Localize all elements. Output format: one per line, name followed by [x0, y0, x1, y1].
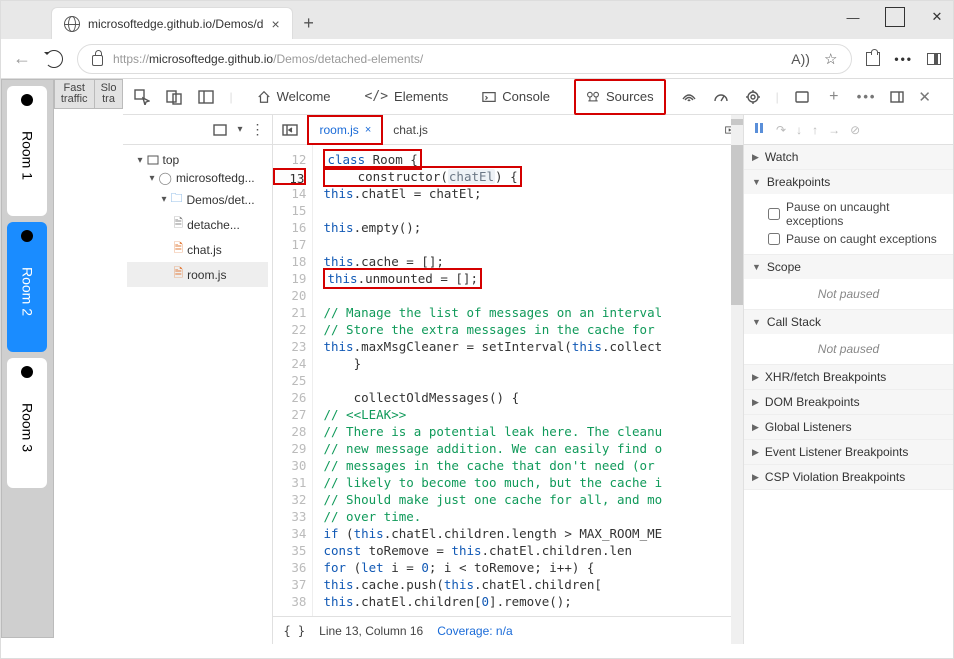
tab-sources[interactable]: Sources: [574, 79, 666, 115]
slow-traffic-tab[interactable]: Slotra: [95, 80, 123, 108]
tab-welcome[interactable]: Welcome: [247, 79, 341, 115]
debugger-panel: ↷ ↓ ↑ → ⊘ ▶Watch ▼Breakpoints Pause on u…: [743, 115, 953, 644]
event-section[interactable]: ▶Event Listener Breakpoints: [744, 440, 953, 464]
tree-top[interactable]: ▾top: [127, 151, 268, 169]
minimize-button[interactable]: ―: [843, 7, 863, 27]
tab-console[interactable]: Console: [472, 79, 560, 115]
tree-file-chat[interactable]: 🗎chat.js: [127, 237, 268, 262]
window-titlebar: microsoftedge.github.io/Demos/d × + ― ✕: [1, 1, 953, 39]
browser-menu-icon[interactable]: •••: [894, 52, 913, 66]
devtools-toolbar: | Welcome </>Elements Console Sources | …: [123, 79, 953, 115]
navigator-more-icon[interactable]: ⋮: [250, 121, 264, 138]
device-toggle-icon[interactable]: [165, 88, 183, 106]
back-button[interactable]: ←: [13, 48, 31, 69]
file-tree: ▾top ▾◯microsoftedg... ▾🗀Demos/det... 🗎d…: [123, 145, 272, 293]
panel-icon[interactable]: [793, 88, 811, 106]
tab-elements[interactable]: </>Elements: [355, 79, 459, 115]
window-controls: ― ✕: [843, 7, 947, 27]
line-gutter: 1213141516171819202122232425262728293031…: [273, 145, 313, 616]
navigator-options-icon[interactable]: [211, 121, 229, 139]
globe-icon: [64, 16, 80, 32]
lock-icon: [92, 55, 103, 66]
traffic-tabs: Fasttraffic Slotra: [54, 79, 124, 109]
braces-icon[interactable]: { }: [283, 624, 305, 638]
network-conditions-icon[interactable]: [680, 88, 698, 106]
pause-uncaught-checkbox[interactable]: Pause on uncaught exceptions: [768, 198, 945, 230]
step-over-icon[interactable]: ↷: [776, 123, 786, 137]
sidebar-toggle-icon[interactable]: [927, 53, 941, 65]
vertical-scrollbar[interactable]: [731, 145, 743, 616]
toggle-nav-icon[interactable]: [281, 121, 299, 139]
code-footer: { } Line 13, Column 16 Coverage: n/a: [273, 616, 743, 644]
scope-section[interactable]: ▼Scope: [744, 255, 953, 279]
code-editor: room.js× chat.js 12131415161718192021222…: [273, 115, 743, 644]
read-aloud-icon[interactable]: A)): [791, 51, 810, 67]
maximize-button[interactable]: [885, 7, 905, 27]
page-room-sidebar: Room 1 Room 2 Room 3: [1, 79, 54, 638]
refresh-button[interactable]: [45, 50, 63, 68]
scope-not-paused: Not paused: [744, 279, 953, 309]
favorite-icon[interactable]: ☆: [824, 50, 837, 68]
file-tab-room[interactable]: room.js×: [307, 115, 383, 145]
callstack-section[interactable]: ▼Call Stack: [744, 310, 953, 334]
dom-section[interactable]: ▶DOM Breakpoints: [744, 390, 953, 414]
add-tab-icon[interactable]: +: [825, 88, 843, 106]
fast-traffic-tab[interactable]: Fasttraffic: [55, 80, 95, 108]
room-2-button[interactable]: Room 2: [7, 222, 47, 352]
breakpoints-section[interactable]: ▼Breakpoints: [744, 170, 953, 194]
watch-section[interactable]: ▶Watch: [744, 145, 953, 169]
cursor-pos: Line 13, Column 16: [319, 624, 423, 638]
debug-toolbar: ↷ ↓ ↑ → ⊘: [744, 115, 953, 145]
xhr-section[interactable]: ▶XHR/fetch Breakpoints: [744, 365, 953, 389]
file-tab-chat[interactable]: chat.js: [383, 115, 438, 145]
step-into-icon[interactable]: ↓: [796, 123, 802, 137]
global-section[interactable]: ▶Global Listeners: [744, 415, 953, 439]
extensions-icon[interactable]: [866, 52, 880, 66]
address-bar[interactable]: https://microsoftedge.github.io/Demos/de…: [77, 44, 852, 74]
step-icon[interactable]: →: [828, 123, 840, 137]
csp-section[interactable]: ▶CSP Violation Breakpoints: [744, 465, 953, 489]
code-lines[interactable]: class Room { constructor(chatEl) { this.…: [313, 145, 662, 616]
address-bar-row: ← https://microsoftedge.github.io/Demos/…: [1, 39, 953, 79]
browser-tab[interactable]: microsoftedge.github.io/Demos/d ×: [51, 7, 293, 39]
tree-host[interactable]: ▾◯microsoftedg...: [127, 169, 268, 187]
step-out-icon[interactable]: ↑: [812, 123, 818, 137]
performance-icon[interactable]: [712, 88, 730, 106]
tree-file-detached[interactable]: 🗎detache...: [127, 212, 268, 237]
file-navigator: ▾ ⋮ ▾top ▾◯microsoftedg... ▾🗀Demos/det..…: [123, 115, 273, 644]
inspect-icon[interactable]: [133, 88, 151, 106]
file-tab-row: room.js× chat.js: [273, 115, 743, 145]
url-text: https://microsoftedge.github.io/Demos/de…: [113, 52, 423, 66]
deactivate-bp-icon[interactable]: ⊘: [850, 123, 860, 137]
memory-icon[interactable]: [744, 88, 762, 106]
callstack-not-paused: Not paused: [744, 334, 953, 364]
room-1-button[interactable]: Room 1: [7, 86, 47, 216]
new-tab-button[interactable]: +: [293, 7, 325, 39]
pause-resume-icon[interactable]: [752, 121, 766, 139]
coverage-status[interactable]: Coverage: n/a: [437, 624, 512, 638]
tab-title: microsoftedge.github.io/Demos/d: [88, 17, 263, 31]
pause-caught-checkbox[interactable]: Pause on caught exceptions: [768, 230, 945, 248]
tab-close-icon[interactable]: ×: [271, 16, 279, 32]
tree-folder[interactable]: ▾🗀Demos/det...: [127, 187, 268, 212]
close-button[interactable]: ✕: [927, 7, 947, 27]
dock-icon[interactable]: [888, 88, 906, 106]
panel-layout-icon[interactable]: [197, 88, 215, 106]
tree-file-room[interactable]: 🗎room.js: [127, 262, 268, 287]
devtools-close-icon[interactable]: ✕: [918, 88, 931, 106]
room-3-button[interactable]: Room 3: [7, 358, 47, 488]
devtools-menu-icon[interactable]: •••: [857, 89, 877, 104]
navigator-chevron-icon[interactable]: ▾: [237, 124, 242, 135]
